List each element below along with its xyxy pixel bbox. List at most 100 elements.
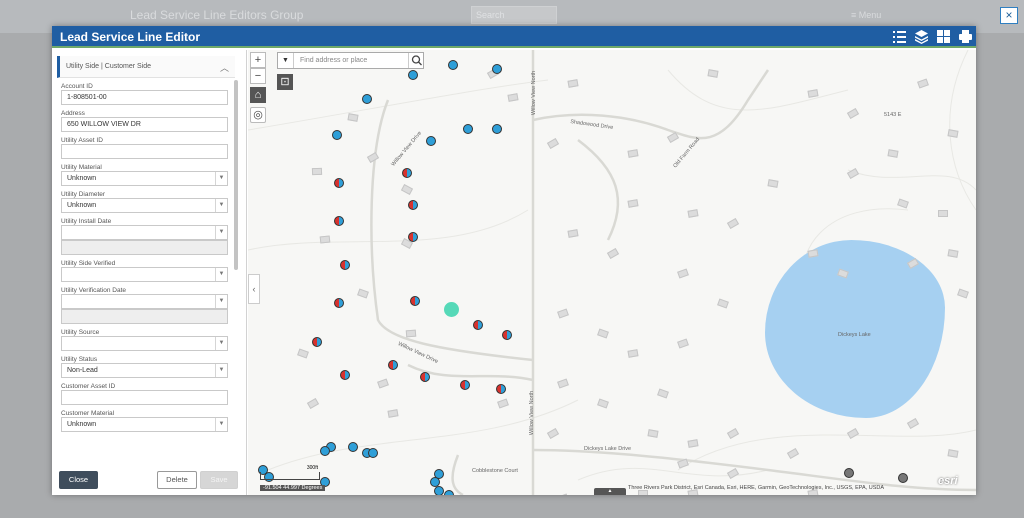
house-label: 5143 E [884, 112, 902, 118]
map-view[interactable]: Dickeys Lake 5143 E Willow View Drive Wi… [248, 50, 976, 495]
service-line-point[interactable] [334, 298, 344, 308]
building-footprint [647, 429, 659, 438]
editor-window: Lead Service Line Editor Utility Side | … [52, 26, 976, 495]
text-field[interactable] [61, 144, 228, 159]
service-line-point[interactable] [388, 360, 398, 370]
attribution-toggle[interactable]: ▲ [594, 488, 626, 495]
time-field[interactable] [61, 309, 228, 324]
menu-button[interactable]: ≡ Menu [851, 10, 881, 20]
search-icon[interactable] [408, 53, 424, 68]
section-title: Utility Side | Customer Side [66, 63, 152, 70]
service-line-point[interactable] [312, 337, 322, 347]
service-line-point[interactable] [434, 486, 444, 495]
scale-label: 300ft [306, 465, 318, 471]
service-line-point[interactable] [334, 178, 344, 188]
menu-label: Menu [858, 10, 882, 20]
selected-feature-highlight[interactable] [444, 302, 459, 317]
chevron-down-icon[interactable]: ▼ [215, 337, 227, 350]
delete-button[interactable]: Delete [157, 471, 197, 489]
building-footprint [319, 235, 331, 244]
service-line-point[interactable] [426, 136, 436, 146]
text-field[interactable] [61, 390, 228, 405]
section-header[interactable]: Utility Side | Customer Side ︿ [57, 56, 235, 78]
grid-icon[interactable] [936, 29, 951, 44]
select-field[interactable]: Unknown ▼ [61, 171, 228, 186]
chevron-down-icon[interactable]: ▼ [215, 268, 227, 281]
home-icon[interactable]: ⌂ [250, 87, 266, 103]
chevron-down-icon[interactable]: ▼ [215, 295, 227, 308]
building-footprint [707, 69, 719, 78]
chevron-down-icon[interactable]: ▼ [278, 53, 294, 68]
app-search-input[interactable]: Search [471, 6, 557, 24]
chevron-down-icon[interactable]: ▼ [215, 172, 227, 185]
service-line-point[interactable] [492, 124, 502, 134]
service-line-point[interactable] [368, 448, 378, 458]
field-label: Utility Material [61, 164, 102, 171]
layers-icon[interactable] [914, 29, 929, 44]
service-line-point[interactable] [408, 200, 418, 210]
select-field[interactable]: ▼ [61, 267, 228, 282]
service-line-point[interactable] [408, 70, 418, 80]
service-line-point[interactable] [410, 296, 420, 306]
field-label: Utility Status [61, 356, 98, 363]
select-field[interactable]: Unknown ▼ [61, 198, 228, 213]
text-field[interactable]: 650 WILLOW VIEW DR [61, 117, 228, 132]
service-line-point[interactable] [460, 380, 470, 390]
service-line-point[interactable] [492, 64, 502, 74]
esri-logo: esri [938, 475, 958, 487]
service-line-point[interactable] [332, 130, 342, 140]
date-field[interactable]: ▼ [61, 225, 228, 240]
service-line-point[interactable] [362, 94, 372, 104]
field-label: Customer Material [61, 410, 115, 417]
list-icon[interactable] [892, 29, 907, 44]
service-line-point[interactable] [473, 320, 483, 330]
building-footprint [887, 149, 899, 158]
select-field[interactable]: Non-Lead ▼ [61, 363, 228, 378]
form-buttons: Close Delete Save [52, 467, 247, 495]
form-scrollbar[interactable] [234, 80, 238, 270]
service-line-point[interactable] [340, 370, 350, 380]
text-field[interactable]: 1-808501-00 [61, 90, 228, 105]
map-search-input[interactable]: Find address or place [300, 57, 367, 64]
chevron-down-icon[interactable]: ▼ [215, 226, 227, 239]
chevron-down-icon[interactable]: ▼ [215, 199, 227, 212]
service-line-point[interactable] [898, 473, 908, 483]
select-icon[interactable]: ⊡ [277, 74, 293, 90]
close-icon[interactable]: × [1000, 7, 1018, 24]
service-line-point[interactable] [502, 330, 512, 340]
select-field[interactable]: ▼ [61, 336, 228, 351]
building-footprint [938, 210, 948, 217]
service-line-point[interactable] [496, 384, 506, 394]
lake-label: Dickeys Lake [838, 332, 871, 338]
chevron-up-icon[interactable]: ︿ [220, 61, 229, 74]
chevron-down-icon[interactable]: ▼ [215, 418, 227, 431]
road-label: Dickeys Lake Drive [584, 446, 632, 452]
service-line-point[interactable] [320, 446, 330, 456]
chevron-down-icon[interactable]: ▼ [215, 364, 227, 377]
service-line-point[interactable] [334, 216, 344, 226]
service-line-point[interactable] [408, 232, 418, 242]
service-line-point[interactable] [420, 372, 430, 382]
print-icon[interactable] [958, 29, 973, 44]
field-label: Utility Side Verified [61, 260, 116, 267]
time-field[interactable] [61, 240, 228, 255]
building-footprint [947, 249, 959, 258]
zoom-in-button[interactable]: + [250, 52, 266, 68]
select-field[interactable]: Unknown ▼ [61, 417, 228, 432]
service-line-point[interactable] [348, 442, 358, 452]
map-attribution: Three Rivers Park District, Esri Canada,… [628, 485, 885, 491]
service-line-point[interactable] [340, 260, 350, 270]
close-button[interactable]: Close [59, 471, 98, 489]
field-label: Utility Diameter [61, 191, 106, 198]
service-line-point[interactable] [402, 168, 412, 178]
collapse-panel-icon[interactable]: ‹ [248, 274, 260, 304]
service-line-point[interactable] [463, 124, 473, 134]
save-button[interactable]: Save [200, 471, 238, 489]
service-line-point[interactable] [444, 490, 454, 495]
date-field[interactable]: ▼ [61, 294, 228, 309]
zoom-out-button[interactable]: − [250, 68, 266, 84]
locate-icon[interactable]: ◎ [250, 107, 266, 123]
service-line-point[interactable] [844, 468, 854, 478]
service-line-point[interactable] [448, 60, 458, 70]
window-header: Lead Service Line Editor [52, 26, 976, 48]
